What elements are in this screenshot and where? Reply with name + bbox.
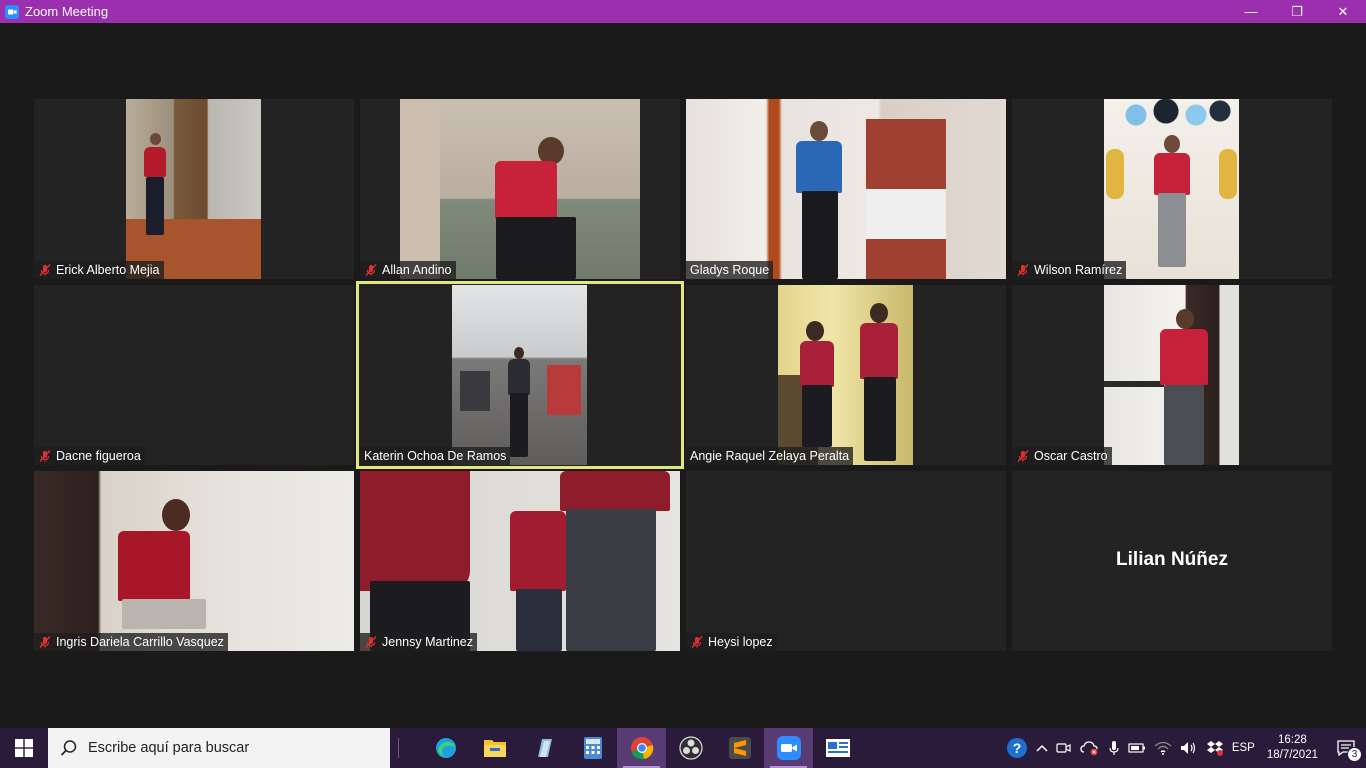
window-title: Zoom Meeting	[25, 4, 109, 19]
participant-video	[778, 285, 913, 465]
system-tray: ? ESP 16:28 18/7/2021 3	[1002, 728, 1366, 768]
window-titlebar: Zoom Meeting — ❐ ✕	[0, 0, 1366, 23]
muted-mic-icon	[39, 636, 51, 648]
zoom-icon[interactable]	[764, 728, 813, 768]
edge-icon[interactable]	[421, 728, 470, 768]
participant-tile[interactable]: Allan Andino	[360, 99, 680, 279]
language-indicator[interactable]: ESP	[1228, 728, 1259, 768]
sublime-icon[interactable]	[715, 728, 764, 768]
start-button[interactable]	[0, 728, 48, 768]
dropbox-icon[interactable]	[1202, 728, 1228, 768]
participant-tile-video-off[interactable]: Lilian Núñez	[1012, 471, 1332, 651]
participant-tile-active-speaker[interactable]: Katerin Ochoa De Ramos	[356, 281, 684, 469]
minimize-button[interactable]: —	[1228, 0, 1274, 23]
participant-tile[interactable]: Oscar Castro	[1012, 285, 1332, 465]
chevron-up-icon[interactable]	[1032, 728, 1052, 768]
help-icon[interactable]: ?	[1002, 728, 1032, 768]
close-button[interactable]: ✕	[1320, 0, 1366, 23]
action-center-button[interactable]: 3	[1326, 728, 1366, 768]
muted-mic-icon	[39, 450, 51, 462]
cloud-sync-error-icon[interactable]	[1076, 728, 1104, 768]
windows-taskbar: Escribe aquí para buscar ? ESP 16:28 18/…	[0, 728, 1366, 768]
participant-tile[interactable]: Jennsy Martinez	[360, 471, 680, 651]
participant-video	[452, 285, 587, 465]
participant-name-label: Oscar Castro	[1012, 447, 1112, 465]
participant-tile[interactable]: Erick Alberto Mejia	[34, 99, 354, 279]
muted-mic-icon	[1017, 450, 1029, 462]
participant-tile[interactable]: Gladys Roque	[686, 99, 1006, 279]
clock[interactable]: 16:28 18/7/2021	[1259, 733, 1326, 763]
restore-button[interactable]: ❐	[1274, 0, 1320, 23]
microphone-icon[interactable]	[1104, 728, 1124, 768]
participant-video	[34, 471, 354, 651]
notification-count-badge: 3	[1347, 747, 1362, 762]
notes-icon[interactable]	[519, 728, 568, 768]
search-placeholder: Escribe aquí para buscar	[88, 740, 250, 756]
muted-mic-icon	[365, 636, 377, 648]
news-icon[interactable]	[813, 728, 862, 768]
participant-video	[1104, 99, 1239, 279]
muted-mic-icon	[1017, 264, 1029, 276]
participant-video	[686, 99, 1006, 279]
participant-name-label: Wilson Ramírez	[1012, 261, 1127, 279]
participant-name-label: Ingris Dariela Carrillo Vasquez	[34, 633, 228, 651]
muted-mic-icon	[365, 264, 377, 276]
svg-text:?: ?	[1013, 740, 1022, 756]
gallery-view: Erick Alberto Mejia Allan Andino Gladys …	[0, 23, 1366, 728]
participant-name-label: Gladys Roque	[686, 261, 774, 279]
participant-tile[interactable]: Angie Raquel Zelaya Peralta	[686, 285, 1006, 465]
participant-name-label: Allan Andino	[360, 261, 456, 279]
muted-mic-icon	[691, 636, 703, 648]
participant-name-label: Katerin Ochoa De Ramos	[360, 447, 511, 465]
clock-time: 16:28	[1278, 734, 1307, 746]
wifi-icon[interactable]	[1150, 728, 1176, 768]
windows-logo-icon	[15, 739, 33, 757]
participant-tile[interactable]: Wilson Ramírez	[1012, 99, 1332, 279]
participant-name-label: Dacne figueroa	[34, 447, 145, 465]
meet-now-icon[interactable]	[1052, 728, 1076, 768]
participant-name-label: Jennsy Martinez	[360, 633, 478, 651]
participant-name-label: Erick Alberto Mejia	[34, 261, 164, 279]
chrome-icon[interactable]	[617, 728, 666, 768]
file-explorer-icon[interactable]	[470, 728, 519, 768]
participant-video	[1104, 285, 1239, 465]
volume-icon[interactable]	[1176, 728, 1202, 768]
zoom-app-icon	[5, 4, 19, 19]
participant-video	[126, 99, 261, 279]
participant-tile[interactable]: Dacne figueroa	[34, 285, 354, 465]
participant-display-name: Lilian Núñez	[1116, 549, 1228, 570]
taskbar-search-box[interactable]: Escribe aquí para buscar	[48, 728, 390, 768]
participant-tile[interactable]: Ingris Dariela Carrillo Vasquez	[34, 471, 354, 651]
obs-icon[interactable]	[666, 728, 715, 768]
battery-icon[interactable]	[1124, 728, 1150, 768]
participant-name-label: Heysi lopez	[686, 633, 777, 651]
calculator-icon[interactable]	[568, 728, 617, 768]
clock-date: 18/7/2021	[1266, 749, 1318, 761]
participant-tile[interactable]: Heysi lopez	[686, 471, 1006, 651]
muted-mic-icon	[39, 264, 51, 276]
participant-video	[360, 471, 680, 651]
search-icon	[60, 740, 77, 756]
participant-video	[400, 99, 640, 279]
participant-name-label: Angie Raquel Zelaya Peralta	[686, 447, 854, 465]
